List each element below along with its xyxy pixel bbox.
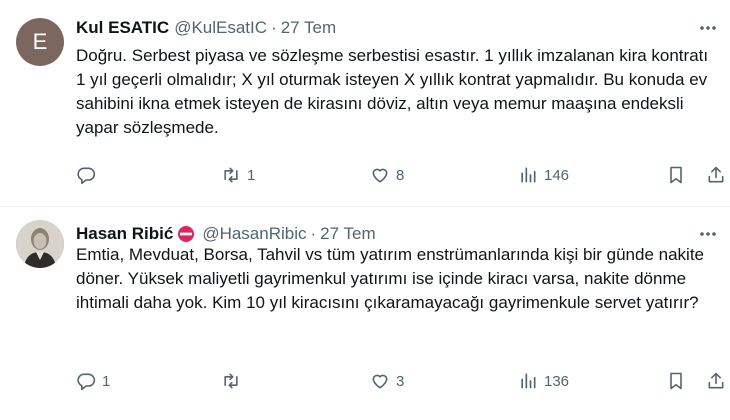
author-name[interactable]: Kul ESATIC xyxy=(76,18,169,38)
like-button[interactable]: 8 xyxy=(370,164,404,186)
tweet-text: Doğru. Serbest piyasa ve sözleşme serbes… xyxy=(76,46,709,137)
share-button[interactable] xyxy=(706,370,726,392)
views-button[interactable]: 136 xyxy=(518,370,569,392)
author-handle[interactable]: @HasanRibic xyxy=(202,224,306,244)
retweet-icon xyxy=(224,373,238,389)
author-name[interactable]: Hasan Ribić xyxy=(76,224,173,244)
tweet-text: Emtia, Mevduat, Borsa, Tahvil vs tüm yat… xyxy=(76,245,705,312)
reply-button[interactable]: 1 xyxy=(76,370,110,392)
separator-dot: · xyxy=(310,224,317,243)
heart-icon xyxy=(372,374,388,389)
tweet[interactable]: E Kul ESATIC @KulEsatIC · 27 Tem Doğru. … xyxy=(0,0,730,207)
more-horizontal-icon[interactable] xyxy=(698,226,718,242)
share-icon xyxy=(708,372,724,389)
avatar-letter: E xyxy=(32,29,48,54)
share-button[interactable] xyxy=(706,164,726,186)
bookmark-button[interactable] xyxy=(666,164,686,186)
like-button[interactable]: 3 xyxy=(370,370,404,392)
retweet-button[interactable] xyxy=(221,370,247,392)
view-count: 136 xyxy=(544,372,570,390)
reply-button[interactable] xyxy=(76,164,102,186)
author-handle[interactable]: @KulEsatIC xyxy=(174,18,267,38)
bookmark-icon xyxy=(670,166,682,184)
retweet-button[interactable]: 1 xyxy=(221,164,255,186)
reply-count: 1 xyxy=(102,372,111,390)
separator-dot: · xyxy=(271,18,277,37)
action-bar: 1 3 136 xyxy=(76,370,724,392)
more-horizontal-icon[interactable] xyxy=(698,20,718,36)
tweet-header: Kul ESATIC @KulEsatIC · 27 Tem xyxy=(76,16,718,40)
bookmark-button[interactable] xyxy=(666,370,686,392)
view-count: 146 xyxy=(544,166,570,184)
avatar[interactable] xyxy=(16,220,64,268)
like-count: 3 xyxy=(396,372,405,390)
views-bar-icon xyxy=(521,167,536,183)
avatar[interactable]: E xyxy=(16,18,64,66)
retweet-count: 1 xyxy=(247,166,256,184)
bookmark-icon xyxy=(670,372,682,390)
reply-icon xyxy=(77,167,96,185)
retweet-icon xyxy=(224,167,238,183)
portrait-icon xyxy=(16,220,64,268)
reply-icon xyxy=(77,373,96,391)
tweet-date[interactable]: 27 Tem xyxy=(320,224,375,244)
tweet[interactable]: Hasan Ribić @HasanRibic · 27 Tem Emtia, … xyxy=(0,207,730,420)
action-bar: 1 8 146 xyxy=(76,164,724,186)
heart-icon xyxy=(372,168,388,183)
no-entry-icon xyxy=(178,226,195,242)
tweet-date[interactable]: 27 Tem xyxy=(281,18,336,38)
views-button[interactable]: 146 xyxy=(518,164,569,186)
share-icon xyxy=(708,166,724,183)
views-bar-icon xyxy=(521,373,536,389)
like-count: 8 xyxy=(396,166,405,184)
